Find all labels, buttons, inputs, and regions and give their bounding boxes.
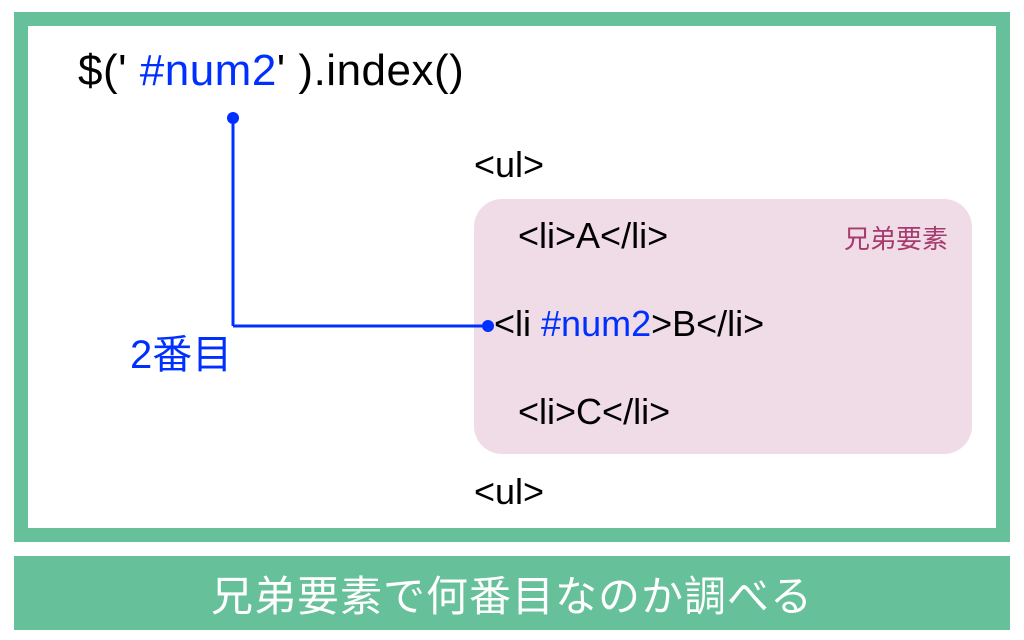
li-item-a: <li>A</li>: [518, 215, 668, 257]
footer-caption: 兄弟要素で何番目なのか調べる: [14, 556, 1010, 630]
diagram-frame: $(' #num2' ).index() <ul> 兄弟要素 <li>A</li…: [14, 12, 1010, 542]
code-prefix: $(': [78, 46, 140, 95]
li-item-b: <li #num2>B</li>: [494, 303, 764, 345]
ul-open-tag: <ul>: [474, 144, 544, 186]
li-item-c: <li>C</li>: [518, 391, 670, 433]
code-selector: #num2: [140, 46, 277, 95]
li-b-open: <li: [494, 303, 541, 344]
siblings-box: 兄弟要素 <li>A</li> <li #num2>B</li> <li>C</…: [474, 199, 972, 454]
code-suffix: ' ).index(): [277, 46, 465, 95]
result-label: 2番目: [130, 322, 232, 380]
jquery-code-line: $(' #num2' ).index(): [78, 46, 464, 96]
siblings-label: 兄弟要素: [844, 219, 948, 256]
ul-close-tag: <ul>: [474, 471, 544, 513]
li-b-close: >B</li>: [651, 303, 764, 344]
li-b-id: #num2: [541, 303, 651, 344]
